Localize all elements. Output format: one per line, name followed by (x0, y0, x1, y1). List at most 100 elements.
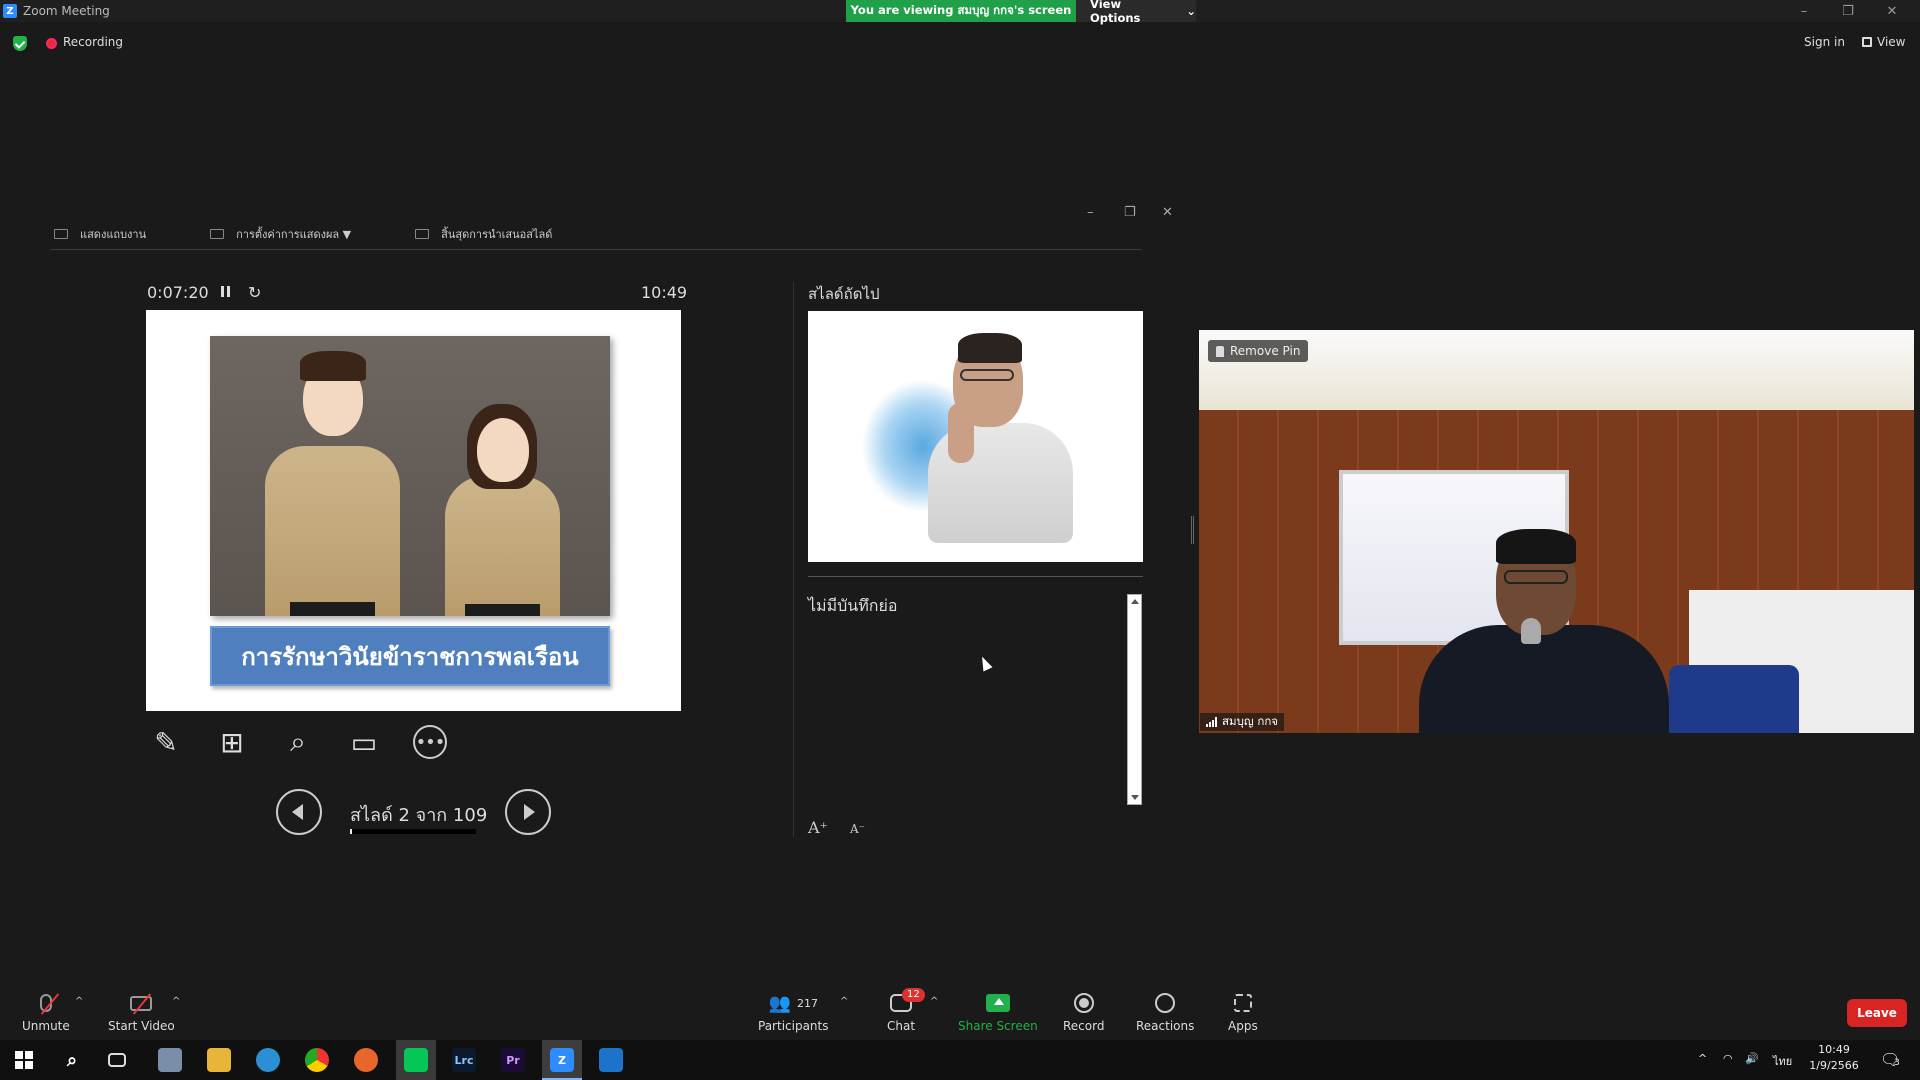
more-icon[interactable]: ••• (411, 723, 449, 761)
pin-icon (1216, 345, 1224, 357)
black-screen-icon[interactable]: ▭ (345, 723, 383, 761)
show-taskbar-button[interactable]: แสดงแถบงาน (54, 225, 146, 243)
display-settings-label: การตั้งค่าการแสดงผล ▼ (236, 227, 352, 241)
notes-separator[interactable] (808, 576, 1143, 577)
pause-icon[interactable] (221, 286, 230, 297)
display-settings-icon (210, 228, 225, 239)
chat-options-caret[interactable]: ^ (930, 996, 938, 1007)
presenter-close-button[interactable]: ✕ (1162, 205, 1173, 220)
viewing-screen-banner: You are viewing สมบุญ กกจ's screen (846, 0, 1076, 22)
window-title: Zoom Meeting (23, 4, 110, 18)
firefox-icon[interactable] (354, 1048, 378, 1072)
pinned-video-tile[interactable] (1199, 330, 1914, 733)
share-screen-label: Share Screen (958, 1019, 1038, 1033)
task-view-icon[interactable] (108, 1053, 126, 1067)
line-icon[interactable] (404, 1048, 428, 1072)
slide-progress-fill (350, 829, 353, 834)
audio-options-caret[interactable]: ^ (75, 996, 83, 1007)
reset-timer-icon[interactable]: ↻ (248, 283, 261, 302)
chrome-icon[interactable] (305, 1048, 329, 1072)
explorer-icon[interactable] (158, 1048, 182, 1072)
apps-label: Apps (1228, 1019, 1258, 1033)
chat-button[interactable]: 12 Chat (887, 988, 925, 1033)
share-screen-icon (985, 994, 1010, 1012)
apps-button[interactable]: Apps (1228, 990, 1258, 1033)
previous-slide-button[interactable] (276, 789, 322, 835)
lightroom-icon[interactable]: Lrc (452, 1048, 476, 1072)
notes-scrollbar[interactable] (1127, 594, 1142, 805)
end-slideshow-icon (415, 228, 430, 239)
start-video-label: Start Video (108, 1019, 175, 1033)
split-view-handle[interactable] (1191, 516, 1194, 544)
video-options-caret[interactable]: ^ (172, 996, 180, 1007)
tray-chevron-icon[interactable]: ^ (1698, 1052, 1707, 1065)
zoom-icon[interactable]: ⌕ (279, 723, 317, 761)
next-slide-preview[interactable] (808, 311, 1143, 562)
speaker-notes[interactable]: ไม่มีบันทึกย่อ (808, 594, 897, 619)
taskbar-clock[interactable]: 10:49 1/9/2566 (1808, 1042, 1860, 1074)
wifi-icon[interactable]: ◠ (1723, 1052, 1733, 1065)
slide-counter: สไลด์ 2 จาก 109 (350, 805, 488, 826)
pen-icon[interactable]: ✎ (147, 723, 185, 761)
folder-icon[interactable] (207, 1048, 231, 1072)
language-indicator[interactable]: ไทย (1773, 1052, 1792, 1070)
record-button[interactable]: Record (1063, 990, 1104, 1033)
view-label: View (1877, 35, 1906, 49)
share-screen-button[interactable]: Share Screen (958, 990, 1038, 1033)
microphone-object (1521, 618, 1541, 644)
presenter-minimize-button[interactable]: – (1087, 205, 1094, 220)
zoom-taskbar-icon[interactable]: Z (550, 1048, 574, 1072)
taskbar-icon (54, 228, 68, 239)
participants-options-caret[interactable]: ^ (840, 996, 848, 1007)
taskbar-time: 10:49 (1818, 1043, 1850, 1056)
minimize-button[interactable]: – (1782, 0, 1826, 22)
increase-font-button[interactable]: A⁺ (808, 818, 828, 837)
leave-button[interactable]: Leave (1847, 999, 1907, 1027)
end-slideshow-button[interactable]: สิ้นสุดการนำเสนอสไลด์ (415, 225, 552, 243)
slideshow-timer: 0:07:20 (147, 283, 209, 302)
participants-label: Participants (758, 1019, 829, 1033)
close-button[interactable]: ✕ (1870, 0, 1914, 22)
current-time: 10:49 (641, 283, 688, 302)
display-settings-button[interactable]: การตั้งค่าการแสดงผล ▼ (210, 225, 351, 243)
scroll-down-icon[interactable] (1131, 795, 1139, 800)
maximize-button[interactable]: ❐ (1826, 0, 1870, 22)
next-slide-button[interactable] (505, 789, 551, 835)
female-officer-figure (445, 386, 560, 616)
premiere-icon[interactable]: Pr (501, 1048, 525, 1072)
mouse-cursor-icon (977, 654, 993, 672)
recording-indicator[interactable]: Recording (63, 35, 123, 49)
record-icon (1073, 993, 1094, 1013)
arrow-right-icon (524, 804, 535, 820)
photos-icon[interactable] (599, 1048, 623, 1072)
start-icon[interactable] (12, 1048, 36, 1072)
edge-icon[interactable] (256, 1048, 280, 1072)
record-label: Record (1063, 1019, 1105, 1033)
presenter-restore-button[interactable]: ❐ (1124, 205, 1136, 220)
view-layout-button[interactable]: View (1862, 35, 1905, 49)
participant-count: 217 (796, 996, 818, 1010)
chat-icon: 12 (890, 988, 925, 1012)
unmute-label: Unmute (22, 1019, 70, 1033)
reactions-button[interactable]: Reactions (1136, 990, 1194, 1033)
remove-pin-button[interactable]: Remove Pin (1208, 340, 1309, 362)
microphone-muted-icon (39, 993, 60, 1015)
view-options-button[interactable]: View Options ⌄ (1076, 0, 1196, 25)
encryption-shield-icon[interactable] (13, 36, 27, 51)
chat-label: Chat (887, 1019, 916, 1033)
reactions-icon (1155, 993, 1176, 1013)
signal-strength-icon (1206, 717, 1217, 727)
search-icon[interactable]: ⌕ (60, 1048, 84, 1072)
reactions-label: Reactions (1136, 1019, 1195, 1033)
slides-grid-icon[interactable]: ⊞ (213, 723, 251, 761)
show-taskbar-label: แสดงแถบงาน (80, 227, 147, 241)
chevron-down-icon: ⌄ (1186, 4, 1196, 18)
unmute-button[interactable]: Unmute (22, 990, 70, 1033)
sign-in-link[interactable]: Sign in (1804, 35, 1845, 49)
participants-button[interactable]: 👥 217 Participants (758, 990, 829, 1034)
start-video-button[interactable]: Start Video (108, 990, 175, 1033)
scroll-up-icon[interactable] (1131, 599, 1139, 604)
volume-icon[interactable]: 🔊 (1745, 1052, 1759, 1065)
decrease-font-button[interactable]: A⁻ (850, 822, 865, 836)
presenter-divider[interactable] (793, 282, 794, 837)
